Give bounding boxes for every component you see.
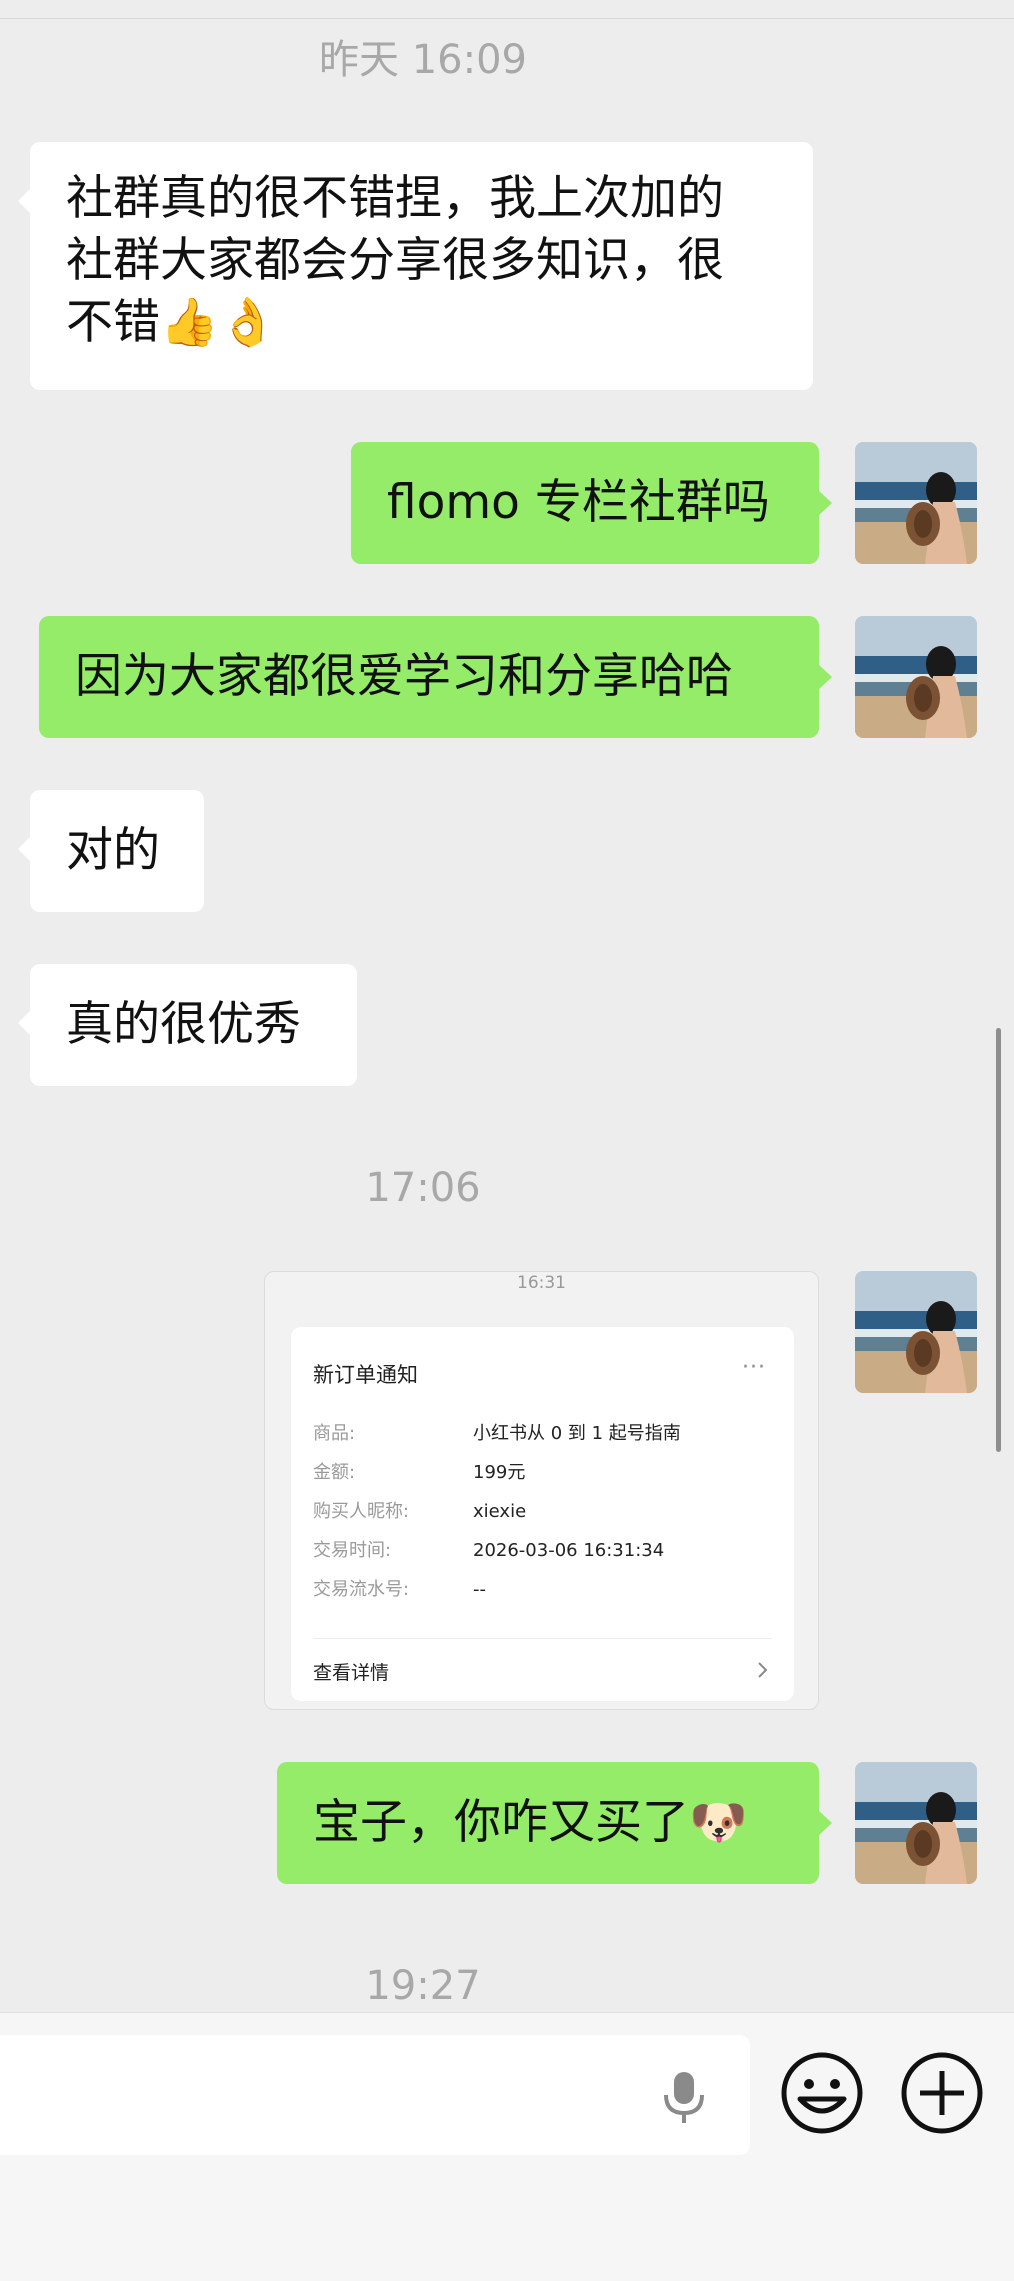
avatar-photo-icon xyxy=(855,1762,977,1884)
more-options-icon[interactable]: ··· xyxy=(742,1355,766,1380)
received-message-bubble[interactable]: 真的很优秀 xyxy=(18,964,357,1086)
avatar[interactable] xyxy=(855,1762,977,1884)
card-row-key: 金额: xyxy=(313,1462,356,1483)
emoji-face-icon[interactable] xyxy=(780,2051,864,2135)
scrollbar[interactable] xyxy=(996,1028,1001,1452)
card-row-key: 购买人昵称: xyxy=(313,1501,410,1522)
avatar[interactable] xyxy=(855,616,977,738)
card-row-value: -- xyxy=(473,1579,486,1600)
message-text-line: 不错👍👌 xyxy=(66,295,278,350)
card-row-value: 2026-03-06 16:31:34 xyxy=(473,1540,665,1561)
sent-message-bubble[interactable]: 因为大家都很爱学习和分享哈哈 xyxy=(39,616,832,738)
card-row-value: 199元 xyxy=(473,1462,526,1483)
message-text: 因为大家都很爱学习和分享哈哈 xyxy=(75,649,733,704)
timestamp: 昨天 16:09 xyxy=(319,37,527,83)
avatar-photo-icon xyxy=(855,616,977,738)
timestamp: 17:06 xyxy=(365,1165,481,1211)
timestamp: 19:27 xyxy=(365,1963,481,2009)
message-text: 真的很优秀 xyxy=(66,997,301,1052)
sent-message-bubble[interactable]: 宝子，你咋又买了🐶 xyxy=(277,1762,832,1884)
sent-message-bubble[interactable]: flomo 专栏社群吗 xyxy=(351,442,832,564)
message-text: flomo 专栏社群吗 xyxy=(387,475,770,530)
message-text-line: 社群大家都会分享很多知识，很 xyxy=(66,233,724,288)
message-text: 宝子，你咋又买了 xyxy=(313,1795,689,1850)
card-row-key: 交易流水号: xyxy=(313,1579,410,1600)
top-divider xyxy=(0,18,1014,19)
received-message-bubble[interactable]: 对的 xyxy=(18,790,204,912)
message-text: 对的 xyxy=(66,823,160,878)
mic-icon[interactable] xyxy=(658,2069,710,2125)
avatar-photo-icon xyxy=(855,442,977,564)
avatar[interactable] xyxy=(855,1271,977,1393)
card-row-key: 商品: xyxy=(313,1423,356,1444)
plus-circle-icon[interactable] xyxy=(900,2051,984,2135)
card-row-value: xiexie xyxy=(473,1501,527,1522)
card-row-value: 小红书从 0 到 1 起号指南 xyxy=(473,1423,681,1444)
doge-emoji-icon: 🐶 xyxy=(689,1795,748,1850)
received-message-bubble[interactable]: 社群真的很不错捏，我上次加的 社群大家都会分享很多知识，很 不错👍👌 xyxy=(18,142,813,390)
order-card-body: 新订单通知 ··· 商品: 小红书从 0 到 1 起号指南 金额: 199元 购… xyxy=(291,1327,794,1701)
card-time: 16:31 xyxy=(517,1273,566,1293)
order-notification-card[interactable]: 16:31 新订单通知 ··· 商品: 小红书从 0 到 1 起号指南 金额: … xyxy=(264,1271,819,1710)
card-divider xyxy=(313,1638,772,1639)
message-input[interactable] xyxy=(0,2035,750,2155)
chevron-right-icon xyxy=(758,1662,768,1678)
card-row-key: 交易时间: xyxy=(313,1540,392,1561)
message-text-line: 社群真的很不错捏，我上次加的 xyxy=(66,171,724,226)
avatar[interactable] xyxy=(855,442,977,564)
input-bar xyxy=(0,2012,1014,2281)
view-details-link[interactable]: 查看详情 xyxy=(313,1658,389,1685)
card-title: 新订单通知 xyxy=(313,1363,418,1387)
avatar-photo-icon xyxy=(855,1271,977,1393)
